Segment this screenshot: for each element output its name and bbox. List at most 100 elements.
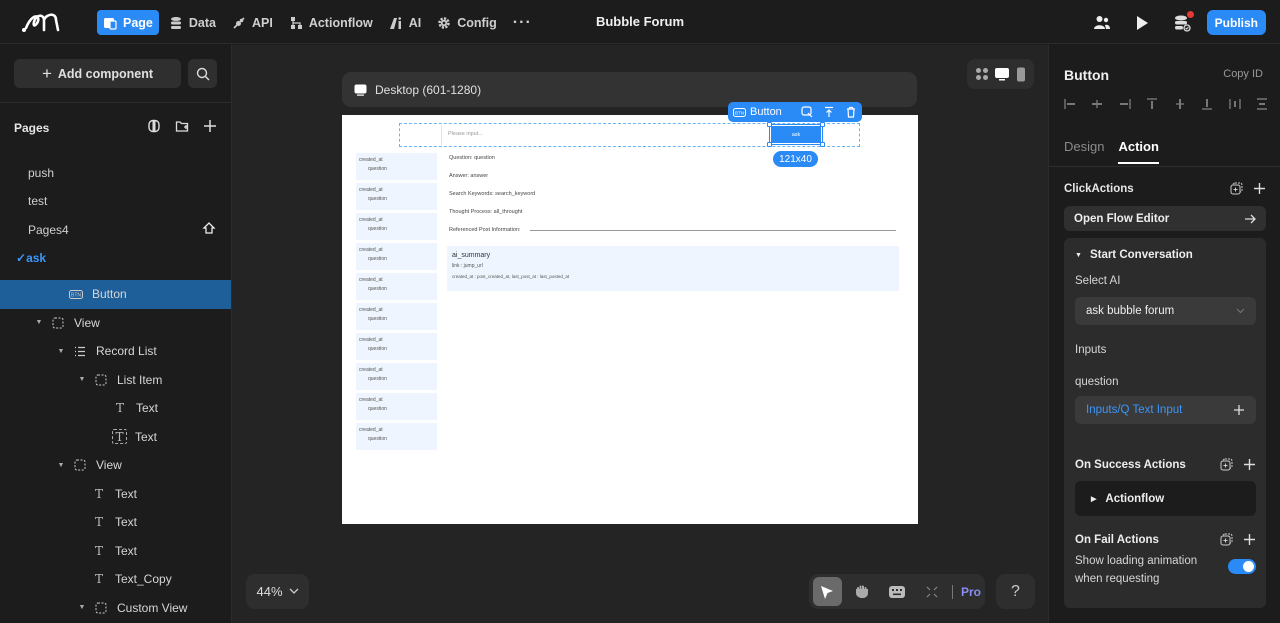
tab-design[interactable]: Design [1064, 139, 1104, 164]
list-item[interactable]: created_at question [356, 393, 437, 420]
tree-item-view[interactable]: ▼ View [0, 451, 231, 480]
caret-down-icon[interactable]: ▼ [56, 348, 66, 355]
nav-api[interactable]: API [226, 10, 279, 35]
page-item-push[interactable]: push [28, 166, 54, 180]
paste-action-icon[interactable] [1230, 182, 1243, 195]
caret-down-icon[interactable]: ▼ [56, 462, 66, 469]
add-page-icon[interactable] [203, 119, 217, 133]
tree-item-text-bound[interactable]: T Text [0, 423, 231, 452]
tree-item-text[interactable]: T Text [0, 537, 231, 566]
home-icon[interactable] [202, 221, 216, 235]
tree-item-view[interactable]: ▼ View [0, 309, 231, 338]
copy-id-button[interactable]: Copy ID [1223, 68, 1263, 80]
app-logo-icon[interactable] [20, 10, 66, 34]
tree-item-custom-view[interactable]: ▼ Custom View [0, 594, 231, 623]
action-header[interactable]: ▼ Start Conversation [1075, 249, 1193, 261]
tab-action[interactable]: Action [1118, 139, 1159, 164]
detail-view: Question: question Answer: answer Search… [449, 155, 535, 245]
paste-action-icon[interactable] [1220, 533, 1233, 546]
loading-animation-toggle[interactable] [1228, 559, 1256, 574]
tree-item-record-list[interactable]: ▼ Record List [0, 337, 231, 366]
search-button[interactable] [188, 59, 217, 88]
search-keywords-text: Search Keywords: search_keyword [449, 191, 536, 197]
list-item[interactable]: created_at question [356, 333, 437, 360]
caret-down-icon[interactable]: ▼ [77, 604, 87, 611]
comment-tool[interactable] [883, 577, 912, 606]
align-center-h-icon[interactable] [1090, 97, 1104, 111]
collaborators-icon[interactable] [1093, 14, 1111, 32]
tree-item-text[interactable]: T Text [0, 480, 231, 509]
align-left-icon[interactable] [1063, 97, 1077, 111]
nav-ai[interactable]: AI [383, 10, 428, 35]
resize-handle[interactable] [767, 122, 772, 127]
divider [1049, 166, 1280, 167]
add-component-button[interactable]: + Add component [14, 59, 181, 88]
tree-item-text[interactable]: T Text [0, 508, 231, 537]
ask-button[interactable]: ask [769, 124, 823, 145]
caret-down-icon[interactable]: ▼ [77, 376, 87, 383]
page-item-pages4[interactable]: Pages4 [28, 223, 69, 237]
page-item-ask[interactable]: ✓ask [16, 251, 46, 265]
tree-item-text-copy[interactable]: T Text_Copy [0, 565, 231, 594]
more-icon[interactable]: ··· [507, 10, 538, 35]
tree-item-text[interactable]: T Text [0, 394, 231, 423]
resize-handle[interactable] [820, 122, 825, 127]
move-to-top-icon[interactable] [823, 106, 835, 118]
caret-right-icon: ▶ [1091, 495, 1097, 503]
nav-label: Data [188, 15, 216, 30]
align-center-v-icon[interactable] [1173, 97, 1187, 111]
add-action-icon[interactable] [1253, 182, 1266, 195]
trash-icon[interactable] [845, 106, 857, 118]
distribute-h-icon[interactable] [1228, 97, 1242, 111]
grid-view-icon[interactable] [975, 67, 989, 81]
help-button[interactable]: ? [996, 574, 1035, 609]
select-parent-icon[interactable] [801, 106, 813, 118]
align-right-icon[interactable] [1118, 97, 1132, 111]
mobile-icon[interactable] [1016, 67, 1026, 82]
list-item[interactable]: created_at question [356, 243, 437, 270]
list-item[interactable]: created_at question [356, 213, 437, 240]
add-folder-icon[interactable] [175, 119, 189, 133]
paste-action-icon[interactable] [1220, 458, 1233, 471]
list-item[interactable]: created_at question [356, 153, 437, 180]
pro-mode-button[interactable]: Pro [961, 585, 981, 599]
list-item[interactable]: created_at question [356, 423, 437, 450]
list-item[interactable]: created_at question [356, 363, 437, 390]
nav-config[interactable]: Config [431, 10, 503, 35]
plus-icon[interactable] [1233, 404, 1245, 416]
input-binding-field[interactable]: Inputs/Q Text Input [1075, 396, 1256, 424]
resize-handle[interactable] [767, 142, 772, 147]
tree-item-list-item[interactable]: ▼ List Item [0, 366, 231, 395]
open-flow-editor-button[interactable]: Open Flow Editor [1064, 206, 1266, 231]
align-bottom-icon[interactable] [1200, 97, 1214, 111]
canvas-area[interactable]: Desktop (601-1280) Please input... ask B… [232, 45, 1048, 623]
page-layout-icon[interactable] [147, 119, 161, 133]
caret-down-icon[interactable]: ▼ [34, 319, 44, 326]
nav-actionflow[interactable]: Actionflow [283, 10, 379, 35]
select-tool[interactable] [813, 577, 842, 606]
play-preview-icon[interactable] [1133, 14, 1151, 32]
database-status-icon[interactable] [1173, 10, 1194, 32]
select-ai-dropdown[interactable]: ask bubble forum [1075, 297, 1256, 325]
add-action-icon[interactable] [1243, 533, 1256, 546]
align-top-icon[interactable] [1145, 97, 1159, 111]
list-item[interactable]: created_at question [356, 303, 437, 330]
fit-screen-tool[interactable] [917, 577, 946, 606]
question-input[interactable]: Please input... [441, 125, 771, 145]
page-preview-frame[interactable]: Please input... ask BTN Button 121x40 cr… [342, 102, 918, 524]
publish-button[interactable]: Publish [1206, 10, 1266, 35]
distribute-v-icon[interactable] [1255, 97, 1269, 111]
resize-handle[interactable] [820, 142, 825, 147]
success-actionflow[interactable]: ▶ Actionflow [1075, 481, 1256, 516]
tree-item-button[interactable]: BTN Button [0, 280, 231, 309]
nav-data[interactable]: Data [163, 10, 222, 35]
add-action-icon[interactable] [1243, 458, 1256, 471]
list-item[interactable]: created_at question [356, 183, 437, 210]
list-item[interactable]: created_at question [356, 273, 437, 300]
pan-tool[interactable] [848, 577, 877, 606]
summary-link[interactable]: link : jump_url [452, 263, 894, 269]
zoom-dropdown[interactable]: 44% [246, 574, 309, 609]
desktop-icon[interactable] [994, 67, 1010, 81]
page-item-test[interactable]: test [28, 194, 47, 208]
nav-page[interactable]: Page [97, 10, 159, 35]
